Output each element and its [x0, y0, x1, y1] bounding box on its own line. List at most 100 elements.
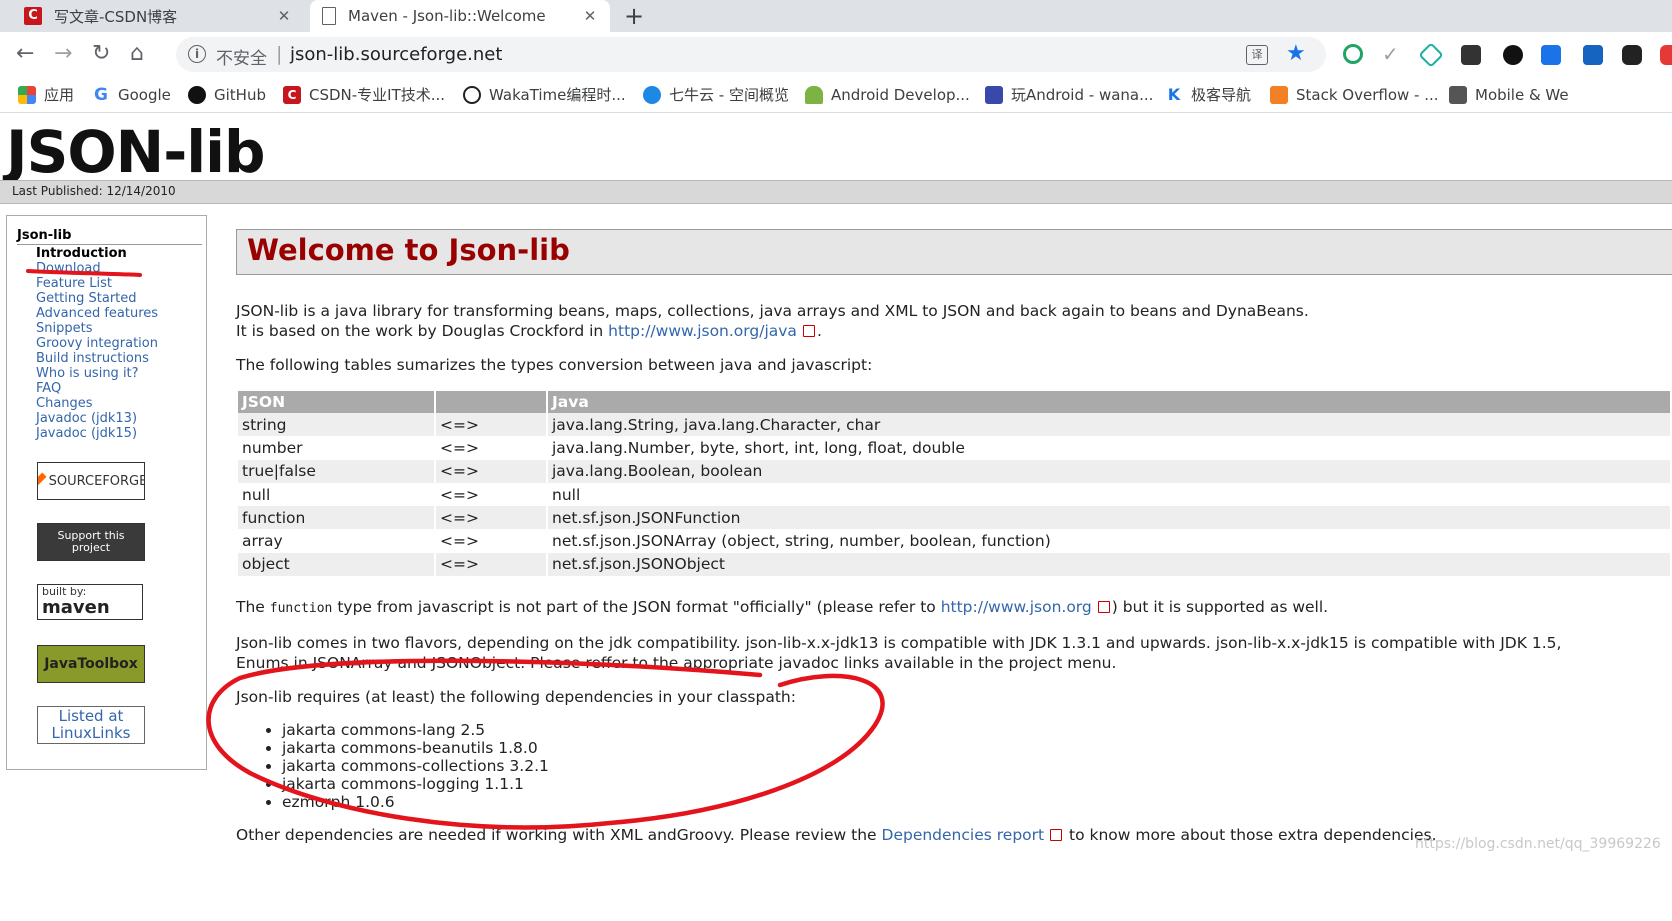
left-navigation: Json-lib Introduction Download Feature L…	[6, 215, 207, 770]
reload-button[interactable]: ↻	[92, 42, 110, 66]
gamepad-icon[interactable]	[1622, 45, 1642, 65]
column-header	[436, 391, 546, 413]
github-icon	[188, 85, 206, 104]
forward-button[interactable]: →	[54, 42, 72, 66]
nav-item-advanced-features[interactable]: Advanced features	[36, 306, 158, 321]
json-org-link[interactable]: http://www.json.org	[941, 598, 1092, 616]
bookmark-wakatime[interactable]: WakaTime编程时...	[463, 77, 626, 112]
bookmark-csdn[interactable]: C CSDN-专业IT技术...	[283, 77, 445, 112]
tables-intro: The following tables sumarizes the types…	[236, 356, 873, 374]
tab-title: Maven - Json-lib::Welcome	[348, 7, 546, 25]
nav-item-javadoc-jdk15[interactable]: Javadoc (jdk15)	[36, 426, 137, 441]
table-cell: java.lang.String, java.lang.Character, c…	[548, 413, 1670, 437]
qiniu-icon	[643, 85, 661, 104]
column-header: JSON	[238, 391, 434, 413]
nav-item-feature-list[interactable]: Feature List	[36, 276, 112, 291]
bookmark-stackoverflow[interactable]: Stack Overflow - ...	[1270, 77, 1439, 112]
security-label[interactable]: 不安全	[216, 44, 267, 69]
info-icon[interactable]: i	[188, 45, 206, 63]
table-cell: <=>	[436, 529, 546, 553]
bookmark-mobile[interactable]: Mobile & We	[1449, 77, 1569, 112]
stackoverflow-icon	[1270, 85, 1288, 104]
javatoolbox-badge[interactable]: JavaToolbox	[37, 645, 145, 683]
page-title-box: Welcome to Json-lib	[236, 229, 1672, 275]
bookmark-jike[interactable]: K 极客导航	[1165, 77, 1251, 112]
external-link-icon	[802, 325, 815, 337]
support-project-badge[interactable]: Support this project	[37, 523, 145, 561]
page-content: JSON-lib Last Published: 12/14/2010 Json…	[0, 113, 1672, 921]
table-cell: function	[238, 506, 434, 530]
check-icon[interactable]: ✓	[1382, 42, 1399, 66]
intro-line: JSON-lib is a java library for transform…	[236, 302, 1309, 320]
bookmark-label: CSDN-专业IT技术...	[309, 86, 446, 104]
dependencies-intro: Json-lib requires (at least) the followi…	[236, 688, 796, 706]
nav-item-groovy[interactable]: Groovy integration	[36, 336, 158, 351]
bookmark-label: WakaTime编程时...	[489, 86, 626, 104]
badge-label: project	[71, 541, 111, 554]
calendar-extension-icon[interactable]	[1583, 45, 1603, 65]
address-bar[interactable]: i 不安全 | json-lib.sourceforge.net 译 ★	[176, 37, 1326, 72]
profile-icon[interactable]	[1660, 45, 1672, 65]
nav-item-download[interactable]: Download	[36, 261, 101, 276]
bookmark-android[interactable]: Android Develop...	[805, 77, 970, 112]
table-row: array <=> net.sf.json.JSONArray (object,…	[238, 529, 1670, 553]
list-item: ezmorph 1.0.6	[282, 793, 549, 811]
table-cell: java.lang.Boolean, boolean	[548, 459, 1670, 483]
nav-item-faq[interactable]: FAQ	[36, 381, 61, 396]
bookmark-label: GitHub	[214, 85, 266, 104]
table-row: null <=> null	[238, 482, 1670, 507]
list-item: jakarta commons-lang 2.5	[282, 721, 549, 739]
table-cell: true|false	[238, 459, 434, 483]
bookmark-google[interactable]: G Google	[92, 77, 171, 112]
json-lib-logo[interactable]: JSON-lib	[6, 121, 266, 183]
back-button[interactable]: ←	[16, 42, 34, 66]
nav-item-javadoc-jdk13[interactable]: Javadoc (jdk13)	[36, 411, 137, 426]
tab-json-lib[interactable]: Maven - Json-lib::Welcome ✕	[310, 0, 610, 32]
badge-label: maven	[42, 597, 110, 618]
tab-csdn[interactable]: C 写文章-CSDN博客 ✕	[12, 0, 304, 32]
sourceforge-badge[interactable]: SOURCEFORGE	[37, 462, 145, 500]
close-icon[interactable]: ✕	[580, 7, 600, 25]
bookmark-apps[interactable]: 应用	[18, 77, 74, 112]
s-extension-icon[interactable]	[1541, 45, 1561, 65]
home-button[interactable]: ⌂	[130, 42, 144, 66]
built-by-maven-badge[interactable]: built by: maven	[37, 584, 143, 620]
published-bar: Last Published: 12/14/2010	[0, 180, 1672, 204]
json-org-java-link[interactable]: http://www.json.org/java	[608, 322, 797, 340]
apps-icon	[18, 85, 36, 104]
table-row: true|false <=> java.lang.Boolean, boolea…	[238, 459, 1670, 483]
color-picker-icon[interactable]	[1503, 45, 1523, 65]
mobile-icon	[1449, 85, 1467, 104]
nav-item-build[interactable]: Build instructions	[36, 351, 149, 366]
more-extension-icon[interactable]	[1461, 45, 1481, 65]
table-cell: net.sf.json.JSONArray (object, string, n…	[548, 529, 1670, 553]
bookmark-github[interactable]: GitHub	[188, 77, 266, 112]
dependencies-report-link[interactable]: Dependencies report	[882, 826, 1045, 844]
nav-item-getting-started[interactable]: Getting Started	[36, 291, 137, 306]
flavors-line: Json-lib comes in two flavors, depending…	[236, 634, 1562, 652]
dependency-list: jakarta commons-lang 2.5 jakarta commons…	[236, 721, 549, 811]
linuxlinks-badge[interactable]: Listed at LinuxLinks	[37, 706, 145, 744]
bookmark-star-icon[interactable]: ★	[1286, 41, 1306, 66]
extension-green-icon[interactable]	[1343, 44, 1363, 64]
nav-divider	[17, 244, 202, 245]
nav-item-snippets[interactable]: Snippets	[36, 321, 92, 336]
csdn-icon: C	[283, 85, 301, 104]
nav-item-who-uses[interactable]: Who is using it?	[36, 366, 139, 381]
nav-item-changes[interactable]: Changes	[36, 396, 93, 411]
page-icon	[322, 7, 336, 25]
diamond-extension-icon[interactable]	[1418, 42, 1444, 68]
bookmark-wanandroid[interactable]: 玩Android - wana...	[985, 77, 1153, 112]
translate-icon[interactable]: 译	[1246, 45, 1268, 65]
url-text[interactable]: json-lib.sourceforge.net	[290, 44, 502, 65]
table-cell: null	[548, 482, 1670, 507]
table-cell: number	[238, 436, 434, 460]
bookmark-qiniu[interactable]: 七牛云 - 空间概览	[643, 77, 789, 112]
table-cell: net.sf.json.JSONFunction	[548, 506, 1670, 530]
new-tab-button[interactable]: +	[624, 2, 644, 30]
close-icon[interactable]: ✕	[274, 7, 294, 25]
function-code: function	[269, 601, 333, 616]
badge-label: JavaToolbox	[44, 656, 138, 672]
address-separator: |	[276, 43, 283, 65]
table-cell: <=>	[436, 482, 546, 507]
